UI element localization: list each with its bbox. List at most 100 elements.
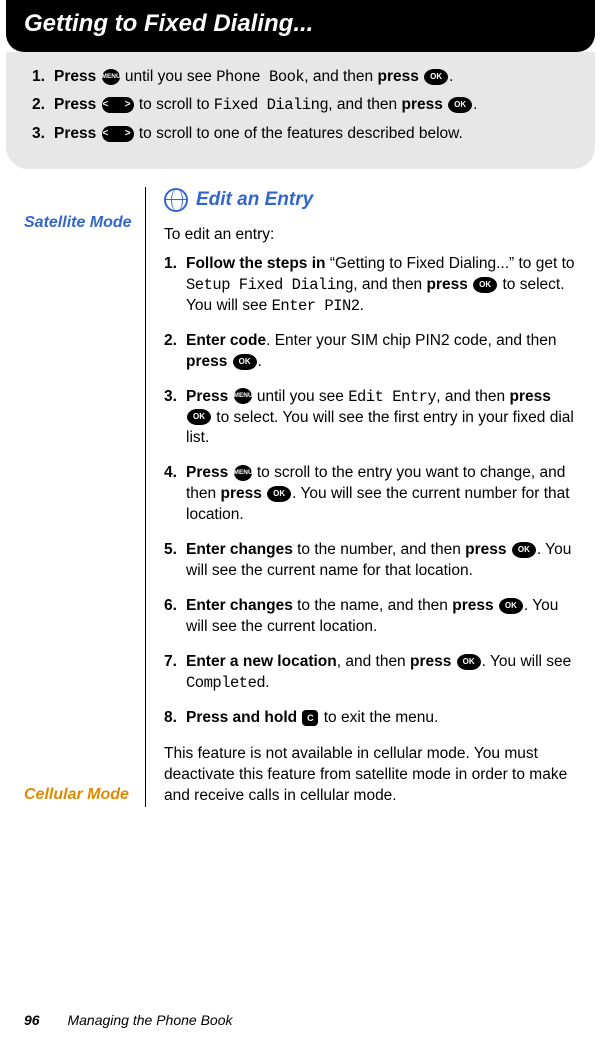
quick-step: 1.Press MENU until you see Phone Book, a…: [32, 66, 569, 88]
lcd-text: Fixed Dialing: [214, 96, 328, 114]
section-title: Getting to Fixed Dialing...: [24, 10, 313, 37]
satellite-steps-list: 1. Follow the steps in “Getting to Fixed …: [164, 254, 577, 729]
ok-button-icon: OK: [267, 486, 291, 502]
text: .: [360, 297, 364, 314]
bold-text: press: [220, 485, 266, 502]
lcd-text: Phone Book: [216, 68, 304, 86]
step-number: 3.: [32, 123, 54, 145]
text: to scroll to: [135, 96, 214, 113]
text: , and then: [436, 388, 509, 405]
step-body: Press and hold C to exit the menu.: [186, 709, 438, 726]
satellite-step: 3.Press MENU until you see Edit Entry, a…: [186, 387, 577, 450]
subsection-title: Edit an Entry: [196, 187, 313, 213]
text: to the number, and then: [293, 541, 465, 558]
ok-button-icon: OK: [512, 542, 536, 558]
ok-button-icon: OK: [448, 97, 472, 113]
lcd-text: Enter PIN2: [272, 297, 360, 315]
bold-text: Enter code: [186, 332, 266, 349]
page-footer: 96 Managing the Phone Book: [24, 1012, 232, 1028]
menu-button-icon: MENU: [234, 465, 252, 481]
text: , and then: [328, 96, 401, 113]
text: until you see: [121, 68, 217, 85]
step-body: Press MENU until you see Edit Entry, and…: [186, 388, 574, 447]
globe-icon: [164, 188, 188, 212]
mode-sidebar: Satellite Mode Cellular Mode: [24, 187, 146, 806]
step-body: Follow the steps in “Getting to Fixed Di…: [186, 255, 575, 314]
step-number: 5.: [164, 540, 177, 561]
quick-step: 2.Press < > to scroll to Fixed Dialing, …: [32, 94, 569, 116]
step-number: 1.: [164, 254, 177, 275]
text: , and then: [337, 653, 410, 670]
satellite-step: 1.Follow the steps in “Getting to Fixed …: [186, 254, 577, 317]
text: to scroll to one of the features describ…: [135, 125, 463, 142]
text: . Enter your SIM chip PIN2 code, and the…: [266, 332, 556, 349]
bold-text: Enter changes: [186, 541, 293, 558]
text: , and then: [353, 276, 426, 293]
text: until you see: [253, 388, 349, 405]
text: .: [258, 353, 262, 370]
ok-button-icon: OK: [233, 354, 257, 370]
bold-text: press: [377, 68, 423, 85]
text: . You will see: [482, 653, 572, 670]
lcd-text: Edit Entry: [348, 388, 436, 406]
satellite-mode-label: Satellite Mode: [24, 213, 135, 232]
bold-text: press: [427, 276, 473, 293]
text: .: [265, 674, 269, 691]
lcd-text: Completed: [186, 674, 265, 692]
bold-text: press: [509, 388, 550, 405]
ok-button-icon: OK: [457, 654, 481, 670]
bold-text: press: [186, 353, 232, 370]
lcd-text: Setup Fixed Dialing: [186, 276, 353, 294]
step-body: Enter a new location, and then press OK.…: [186, 653, 571, 691]
ok-button-icon: OK: [424, 69, 448, 85]
cellular-mode-text: This feature is not available in cellula…: [164, 744, 577, 807]
menu-button-icon: MENU: [234, 388, 252, 404]
bold-text: Enter a new location: [186, 653, 337, 670]
bold-text: press: [410, 653, 456, 670]
satellite-step: 7.Enter a new location, and then press O…: [186, 652, 577, 694]
step-body: Press MENU until you see Phone Book, and…: [54, 66, 453, 88]
text: , and then: [304, 68, 377, 85]
chapter-name: Managing the Phone Book: [67, 1012, 232, 1028]
subsection-heading: Edit an Entry: [164, 187, 577, 213]
bold-text: Press: [186, 464, 233, 481]
bold-text: press: [401, 96, 447, 113]
satellite-step: 8.Press and hold C to exit the menu.: [186, 708, 577, 729]
bold-text: Press: [54, 68, 101, 85]
quick-steps-list: 1.Press MENU until you see Phone Book, a…: [32, 66, 569, 145]
satellite-intro: To edit an entry:: [164, 225, 577, 246]
step-body: Press MENU to scroll to the entry you wa…: [186, 464, 570, 523]
clear-button-icon: C: [302, 710, 318, 726]
step-number: 1.: [32, 66, 54, 88]
text: “Getting to Fixed Dialing...” to get to: [326, 255, 575, 272]
step-body: Enter changes to the number, and then pr…: [186, 541, 571, 579]
step-body: Enter code. Enter your SIM chip PIN2 cod…: [186, 332, 556, 370]
section-title-bar: Getting to Fixed Dialing...: [6, 0, 595, 52]
text: .: [473, 96, 477, 113]
text: to the name, and then: [293, 597, 452, 614]
text: .: [449, 68, 453, 85]
step-number: 7.: [164, 652, 177, 673]
step-body: Press < > to scroll to Fixed Dialing, an…: [54, 94, 477, 116]
bold-text: Press: [186, 388, 233, 405]
satellite-step: 6.Enter changes to the name, and then pr…: [186, 596, 577, 638]
ok-button-icon: OK: [473, 277, 497, 293]
quick-steps-box: 1.Press MENU until you see Phone Book, a…: [6, 52, 595, 169]
instructions-column: Edit an Entry To edit an entry: 1. Follow…: [146, 187, 577, 806]
main-content: Satellite Mode Cellular Mode Edit an Ent…: [0, 187, 601, 806]
bold-text: Press and hold: [186, 709, 301, 726]
text: to select. You will see the first entry …: [186, 409, 574, 447]
step-body: Enter changes to the name, and then pres…: [186, 597, 558, 635]
bold-text: press: [465, 541, 511, 558]
step-body: Press < > to scroll to one of the featur…: [54, 123, 463, 145]
satellite-step: 5.Enter changes to the number, and then …: [186, 540, 577, 582]
page-number: 96: [24, 1012, 40, 1028]
step-number: 8.: [164, 708, 177, 729]
step-number: 3.: [164, 387, 177, 408]
cellular-mode-label: Cellular Mode: [24, 785, 135, 804]
bold-text: Enter changes: [186, 597, 293, 614]
ok-button-icon: OK: [187, 409, 211, 425]
scroll-button-icon: < >: [102, 126, 134, 142]
scroll-button-icon: < >: [102, 97, 134, 113]
bold-text: press: [452, 597, 498, 614]
